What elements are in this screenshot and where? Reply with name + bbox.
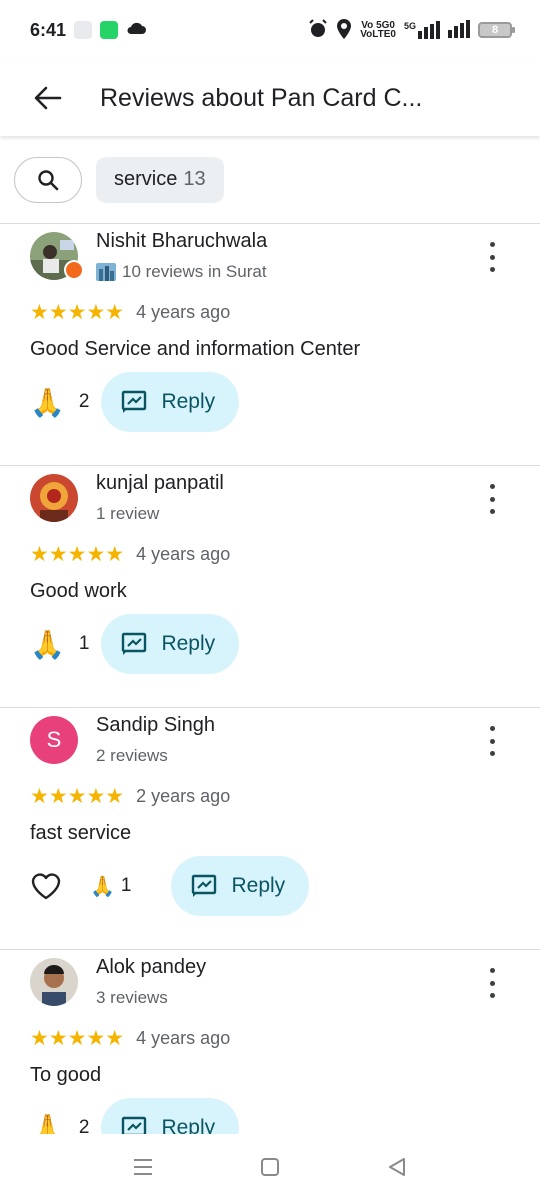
whatsapp-icon <box>100 21 119 39</box>
rating-row: ★★★★★ 2 years ago <box>30 784 230 809</box>
reaction-count: 2 <box>78 1117 90 1134</box>
network-type: 5G <box>403 21 416 31</box>
more-options-icon[interactable] <box>480 968 504 998</box>
star-rating: ★★★★★ <box>30 301 125 324</box>
reply-label: Reply <box>161 390 216 413</box>
reviewer-review-count: 3 reviews <box>96 988 168 1007</box>
volte-label-2: VoLTE0 <box>360 29 396 40</box>
reaction-count: 1 <box>78 633 90 654</box>
filter-chip-service[interactable]: service 13 <box>96 156 224 203</box>
status-bar: 6:41 Vo 5G0 VoLTE0 5G 8 <box>0 0 540 60</box>
reply-label: Reply <box>161 1116 216 1134</box>
reaction-count: 2 <box>78 391 90 412</box>
arrow-back-icon <box>34 86 62 110</box>
signal-icon: 5G <box>404 21 440 39</box>
reply-icon <box>122 632 147 655</box>
more-options-icon[interactable] <box>480 484 504 514</box>
reviewer-meta: 3 reviews <box>96 988 168 1008</box>
rating-row: ★★★★★ 4 years ago <box>30 542 230 567</box>
system-back-button[interactable] <box>382 1152 412 1182</box>
reviewer-review-count: 2 reviews <box>96 746 168 765</box>
star-rating: ★★★★★ <box>30 785 125 808</box>
filter-chip-label: service <box>114 168 178 190</box>
city-icon <box>96 263 116 281</box>
triangle-back-icon <box>388 1158 405 1176</box>
more-options-icon[interactable] <box>480 726 504 756</box>
reply-label: Reply <box>161 632 216 655</box>
reviewer-name[interactable]: Sandip Singh <box>96 714 215 737</box>
reply-button[interactable]: Reply <box>101 1098 240 1134</box>
review-text: fast service <box>30 822 132 844</box>
review-card: kunjal panpatil 1 review ★★★★★ 4 years a… <box>0 466 540 708</box>
review-actions: 🙏 1 Reply <box>30 614 240 674</box>
reviewer-review-count: 1 review <box>96 504 160 523</box>
gallery-icon <box>74 21 93 39</box>
rating-row: ★★★★★ 4 years ago <box>30 1026 230 1051</box>
local-guide-badge-icon <box>64 260 84 280</box>
review-list[interactable]: Nishit Bharuchwala 10 reviews in Surat ★… <box>0 224 540 1134</box>
recents-button[interactable] <box>128 1152 158 1182</box>
battery-level: 8 <box>491 24 499 36</box>
page-title: Reviews about Pan Card C... <box>100 83 423 112</box>
menu-icon <box>134 1159 153 1175</box>
reply-button[interactable]: Reply <box>171 856 310 916</box>
status-time: 6:41 <box>30 19 67 40</box>
reviewer-meta: 2 reviews <box>96 746 168 766</box>
system-nav-bar <box>0 1134 540 1200</box>
reviewer-meta: 1 review <box>96 504 159 524</box>
reviewer-meta: 10 reviews in Surat <box>96 262 267 282</box>
review-date: 4 years ago <box>136 544 231 564</box>
reviewer-name[interactable]: Alok pandey <box>96 956 206 979</box>
reply-icon <box>122 1116 147 1134</box>
alarm-icon <box>308 18 328 42</box>
reaction-emoji[interactable]: 🙏 <box>30 628 65 661</box>
location-icon <box>336 18 352 42</box>
review-text: To good <box>30 1064 102 1086</box>
volte-indicator: Vo 5G0 VoLTE0 <box>360 21 396 40</box>
review-card: Nishit Bharuchwala 10 reviews in Surat ★… <box>0 224 540 466</box>
search-button[interactable] <box>14 156 82 203</box>
app-bar: Reviews about Pan Card C... <box>0 60 540 136</box>
avatar[interactable] <box>30 958 78 1006</box>
reviewer-name[interactable]: Nishit Bharuchwala <box>96 230 267 253</box>
avatar[interactable]: S <box>30 716 78 764</box>
review-date: 2 years ago <box>136 786 231 806</box>
review-text: Good work <box>30 580 127 602</box>
reaction-emoji[interactable]: 🙏 <box>30 1112 65 1135</box>
star-rating: ★★★★★ <box>30 543 125 566</box>
reply-icon <box>192 874 217 897</box>
reply-button[interactable]: Reply <box>101 614 240 674</box>
review-actions: 🙏 1 Reply <box>30 856 310 916</box>
reply-button[interactable]: Reply <box>101 372 240 432</box>
heart-icon[interactable] <box>30 871 62 901</box>
reaction-count: 1 <box>120 875 132 896</box>
more-options-icon[interactable] <box>480 242 504 272</box>
filter-chip-count: 13 <box>183 168 206 190</box>
home-square-icon <box>260 1158 279 1176</box>
reviewer-review-count: 10 reviews in Surat <box>122 262 267 281</box>
avatar[interactable] <box>30 474 78 522</box>
star-rating: ★★★★★ <box>30 1027 125 1050</box>
filter-row: service 13 <box>0 136 540 224</box>
review-actions: 🙏 2 Reply <box>30 372 240 432</box>
reply-label: Reply <box>231 874 286 897</box>
review-date: 4 years ago <box>136 1028 231 1048</box>
review-text: Good Service and information Center <box>30 338 361 360</box>
review-card: S Sandip Singh 2 reviews ★★★★★ 2 years a… <box>0 708 540 950</box>
reviewer-name[interactable]: kunjal panpatil <box>96 472 224 495</box>
reaction-emoji[interactable]: 🙏 <box>30 386 65 419</box>
reaction-emoji[interactable]: 🙏 <box>90 874 115 899</box>
review-card: Alok pandey 3 reviews ★★★★★ 4 years ago … <box>0 950 540 1134</box>
home-button[interactable] <box>255 1152 285 1182</box>
back-button[interactable] <box>28 78 68 118</box>
cloud-icon <box>126 21 147 40</box>
review-date: 4 years ago <box>136 302 231 322</box>
reply-icon <box>122 390 147 413</box>
battery-icon: 8 <box>478 22 515 38</box>
rating-row: ★★★★★ 4 years ago <box>30 300 230 325</box>
signal-icon-2 <box>448 19 470 41</box>
review-actions: 🙏 2 Reply <box>30 1098 240 1135</box>
search-icon <box>38 169 59 190</box>
